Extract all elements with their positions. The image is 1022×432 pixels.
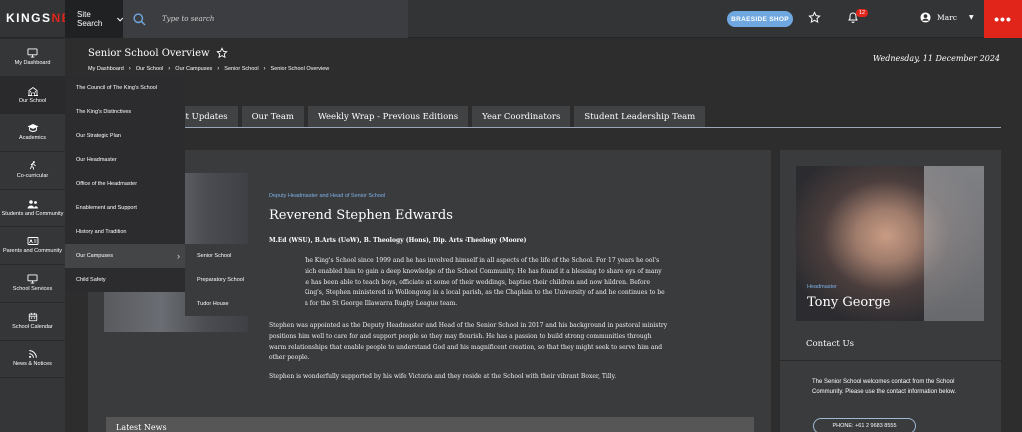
search-bar [123,0,408,38]
sidebar-item-our-school[interactable]: Our School [0,76,65,115]
sidebar-item-parents-community[interactable]: Parents and Community [0,227,65,266]
profile-name: Reverend Stephen Edwards [269,208,453,223]
latest-news-banner[interactable]: Latest News [106,417,754,432]
sidebar-item-news-notices[interactable]: News & Notices [0,341,65,379]
user-menu[interactable]: Marc ▼ [920,12,974,23]
menu-item-our-headmaster[interactable]: Our Headmaster [65,148,185,172]
sidebar-item-school-services[interactable]: School Services [0,265,65,303]
contact-text: The Senior School welcomes contact from … [812,379,956,395]
top-bar: KINGSNET Site Search BRAESIDE SHOP 12 Ma… [0,0,1022,38]
current-date: Wednesday, 11 December 2024 [872,54,1000,63]
phone-button[interactable]: PHONE: +61 2 9683 8555 [813,418,916,432]
breadcrumb-item[interactable]: My Dashboard [88,66,124,72]
page-title: Senior School Overview [88,47,228,59]
tab-student-leadership[interactable]: Student Leadership Team [574,106,706,127]
profile-bio-paragraph: worked at The King's School since 1999 a… [269,257,665,308]
site-search-dropdown[interactable]: Site Search [65,0,123,38]
caret-down-icon: ▼ [968,14,974,21]
school-building-icon [27,86,38,96]
user-name: Marc [937,13,957,22]
favorite-star-icon[interactable] [215,47,228,59]
menu-item-history-tradition[interactable]: History and Tradition [65,220,185,244]
profile-role: Deputy Headmaster and Head of Senior Sch… [269,193,386,199]
photo-background [924,166,984,321]
chevron-right-icon: › [168,66,171,72]
left-sidebar: My Dashboard Our School Academics Co-cur… [0,39,65,432]
id-card-icon [27,237,38,246]
headmaster-label: Headmaster [807,284,837,290]
site-search-label: Site Search [77,10,103,28]
menu-item-child-safety[interactable]: Child Safety [65,268,185,292]
notification-badge: 12 [856,9,869,17]
menu-item-council[interactable]: The Council of The King's School [65,76,185,100]
sidebar-item-co-curricular[interactable]: Co-curricular [0,152,65,190]
submenu-item-preparatory-school[interactable]: Preparatory School [185,268,305,292]
sidebar-item-my-dashboard[interactable]: My Dashboard [0,39,65,77]
braeside-shop-button[interactable]: BRAESIDE SHOP [727,11,793,27]
monitor-icon [27,48,38,58]
search-input[interactable] [162,15,382,23]
profile-bio-paragraph: Stephen is wonderfully supported by his … [269,373,617,380]
sidebar-item-students-community[interactable]: Students and Community [0,190,65,228]
star-icon[interactable] [808,11,821,24]
breadcrumb-current: Senior School Overview [270,66,330,72]
chevron-right-icon: › [263,66,266,72]
profile-bio-paragraph: Stephen was appointed as the Deputy Head… [269,322,668,362]
headmaster-name: Tony George [807,295,891,310]
latest-news-title: Latest News [116,423,167,432]
tab-our-team[interactable]: Our Team [241,106,304,127]
profile-qualifications: M.Ed (WSU), B.Arts (UoW), B. Theology (H… [269,237,527,244]
submenu-item-tudor-house[interactable]: Tudor House [185,292,305,316]
sidebar-item-school-calendar[interactable]: School Calendar [0,303,65,341]
chevron-right-icon: › [177,251,180,261]
submenu-item-senior-school[interactable]: Senior School [185,244,305,268]
menu-item-distinctives[interactable]: The King's Distinctives [65,100,185,124]
tab-weekly-wrap[interactable]: Weekly Wrap - Previous Editions [307,106,469,127]
menu-item-office-headmaster[interactable]: Office of the Headmaster [65,172,185,196]
rss-icon [28,350,37,359]
menu-item-our-campuses[interactable]: Our Campuses › [65,244,185,268]
search-icon[interactable] [133,12,146,26]
calendar-icon [28,312,37,321]
breadcrumb-item[interactable]: Our Campuses [175,66,212,72]
tab-divider [88,127,1001,128]
tab-year-coordinators[interactable]: Year Coordinators [472,106,571,127]
campuses-submenu: Senior School Preparatory School Tudor H… [185,244,305,316]
user-avatar-icon [920,12,931,23]
contact-divider [780,360,1001,361]
breadcrumb: My Dashboard › Our School › Our Campuses… [88,66,329,72]
our-school-dropdown: The Council of The King's School The Kin… [65,76,185,292]
graduation-cap-icon [27,124,38,133]
menu-item-strategic-plan[interactable]: Our Strategic Plan [65,124,185,148]
breadcrumb-item[interactable]: Our School [136,66,164,72]
menu-item-enablement-support[interactable]: Enablement and Support [65,196,185,220]
more-menu-button[interactable]: ••• [984,0,1022,38]
sidebar-item-academics[interactable]: Academics [0,114,65,153]
contact-title: Contact Us [806,339,854,349]
chevron-right-icon: › [217,66,220,72]
breadcrumb-item[interactable]: Senior School [224,66,258,72]
monitor-icon [27,274,38,284]
runner-icon [29,161,36,171]
tab-bar: ant Updates Our Team Weekly Wrap - Previ… [165,106,706,127]
people-icon [27,199,38,209]
chevron-right-icon: › [128,66,131,72]
